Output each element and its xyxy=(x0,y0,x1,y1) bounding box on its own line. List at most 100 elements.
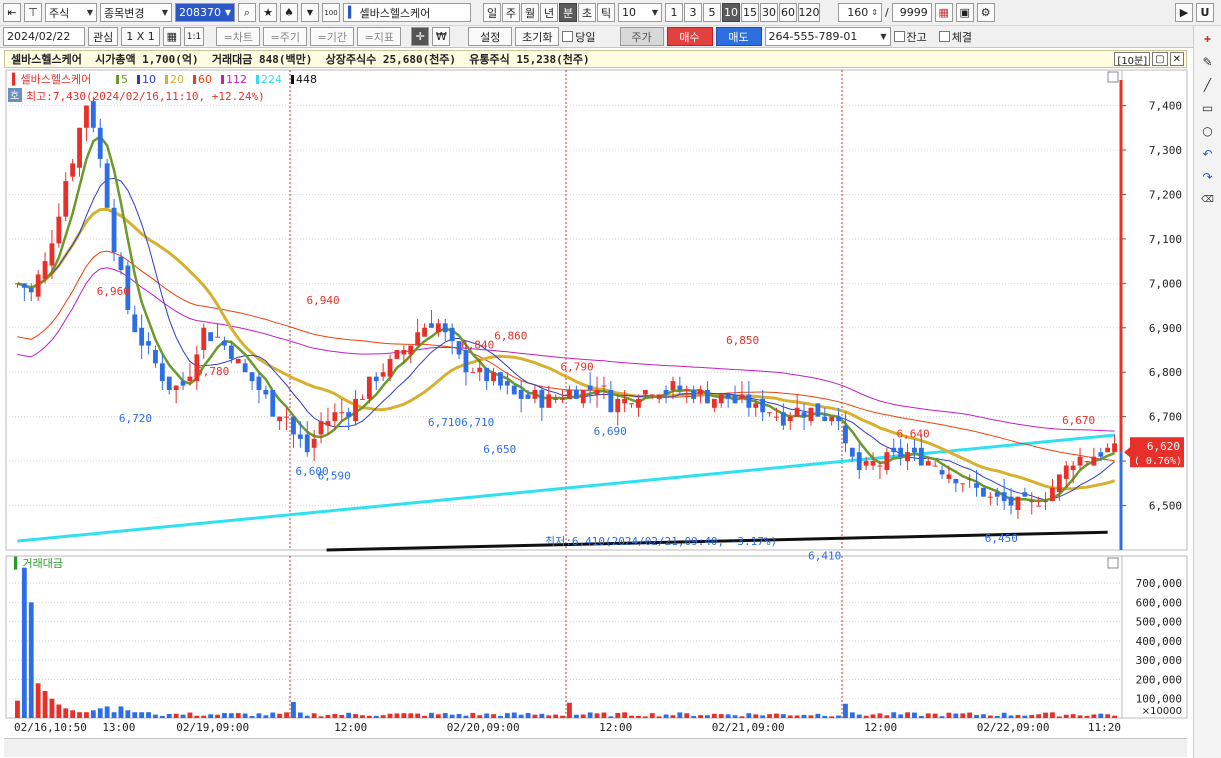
candle-body xyxy=(422,327,427,337)
volume-bar xyxy=(808,715,814,718)
time-label: 02/20,09:00 xyxy=(447,721,520,734)
volume-bar xyxy=(677,712,683,718)
stock-chart[interactable]: 7,400 7,300 7,200 7,100 7,000 6,900 6,800 6,700… xyxy=(0,0,1193,738)
volume-bar xyxy=(360,715,365,718)
volume-bar xyxy=(822,715,828,718)
volume-bar xyxy=(691,716,697,718)
volume-bar xyxy=(456,714,462,718)
circle-tool-icon[interactable]: ○ xyxy=(1198,121,1218,141)
candle-body xyxy=(912,447,917,453)
volume-bar xyxy=(546,715,552,718)
volume-bar xyxy=(891,712,897,718)
legend-swatch xyxy=(137,75,140,84)
volume-bar xyxy=(194,715,200,718)
candle-body xyxy=(235,358,241,364)
volume-bar xyxy=(125,710,131,718)
candle-body xyxy=(898,447,904,457)
user-button[interactable]: U xyxy=(1196,3,1214,22)
volume-bar xyxy=(642,716,648,718)
volume-bar xyxy=(567,702,572,718)
volume-bar xyxy=(801,714,807,718)
candle-body xyxy=(587,385,593,390)
undo-icon[interactable]: ↶ xyxy=(1198,144,1218,164)
candle-body xyxy=(146,341,151,346)
volume-tick-label: 300,000 xyxy=(1136,654,1182,667)
candle-body xyxy=(504,381,510,386)
candle-body xyxy=(905,452,910,462)
volume-bar xyxy=(387,713,393,718)
volume-bar xyxy=(42,691,48,718)
volume-bar xyxy=(498,716,503,718)
candle-body xyxy=(463,350,469,373)
volume-bar xyxy=(1001,712,1007,718)
candle-body xyxy=(870,461,876,466)
candle-body xyxy=(304,434,310,453)
volume-bar xyxy=(767,714,772,718)
volume-bar xyxy=(1112,715,1117,718)
delete-all-icon[interactable]: ⌫ xyxy=(1198,190,1218,210)
candle-body xyxy=(215,336,220,338)
volume-bar xyxy=(187,712,193,718)
legend-label-20: 20 xyxy=(170,73,184,86)
candle-body xyxy=(21,283,27,288)
volume-bar xyxy=(849,712,855,718)
volume-bar xyxy=(408,713,414,718)
candle-body xyxy=(1001,492,1007,502)
candle-body xyxy=(132,314,138,333)
pencil-icon[interactable]: ✎ xyxy=(1198,52,1218,72)
volume-bar xyxy=(297,712,303,718)
redo-icon[interactable]: ↷ xyxy=(1198,167,1218,187)
volume-bar xyxy=(960,713,966,718)
volume-bar xyxy=(553,714,559,718)
candle-body xyxy=(470,372,476,374)
volume-bar xyxy=(256,713,262,718)
volume-bar xyxy=(415,713,421,718)
volume-bar xyxy=(63,708,69,718)
candle-body xyxy=(339,412,345,414)
candle-body xyxy=(684,390,690,391)
candle-body xyxy=(884,452,890,470)
volume-bar xyxy=(1077,715,1083,718)
candle-body xyxy=(380,372,386,377)
volume-bar xyxy=(201,715,207,718)
legend-swatch xyxy=(193,75,196,84)
candle-body xyxy=(553,398,559,400)
legend-badge: 호 xyxy=(10,90,19,102)
time-label: 12:00 xyxy=(599,721,632,734)
candle-body xyxy=(946,474,952,479)
candle-body xyxy=(698,390,703,395)
price-tick-label: 6,900 xyxy=(1149,322,1182,335)
scroll-bar-area[interactable] xyxy=(4,738,1187,757)
volume-bar xyxy=(1036,714,1042,718)
volume-bar xyxy=(518,714,524,718)
candle-body xyxy=(139,327,145,346)
volume-bar xyxy=(580,714,586,718)
volume-bar xyxy=(146,712,151,718)
volume-bar xyxy=(905,712,910,718)
volume-bar xyxy=(711,713,717,718)
candle-body xyxy=(877,465,883,467)
candle-body xyxy=(277,416,283,422)
candle-body xyxy=(663,390,669,395)
volume-bar xyxy=(449,714,455,718)
volume-bar xyxy=(1008,715,1014,718)
candle-body xyxy=(15,283,20,285)
volume-bar xyxy=(477,715,483,718)
tool-icon[interactable]: ✚ xyxy=(1198,29,1218,49)
volume-title: ▍거래대금 xyxy=(13,556,63,570)
candle-body xyxy=(601,385,607,387)
candle-body xyxy=(387,358,393,377)
volume-bar xyxy=(491,714,496,718)
rectangle-tool-icon[interactable]: ▭ xyxy=(1198,98,1218,118)
legend-label-112: 112 xyxy=(226,73,247,86)
volume-bar xyxy=(111,712,117,718)
annotation-label: 6,410 xyxy=(808,550,841,563)
volume-bar xyxy=(28,602,34,718)
line-tool-icon[interactable]: ╱ xyxy=(1198,75,1218,95)
candle-body xyxy=(394,350,400,359)
volume-bar xyxy=(953,713,959,718)
candle-body xyxy=(291,416,296,435)
candle-body xyxy=(118,256,124,270)
volume-bar xyxy=(1022,715,1028,718)
candle-body xyxy=(77,127,82,168)
